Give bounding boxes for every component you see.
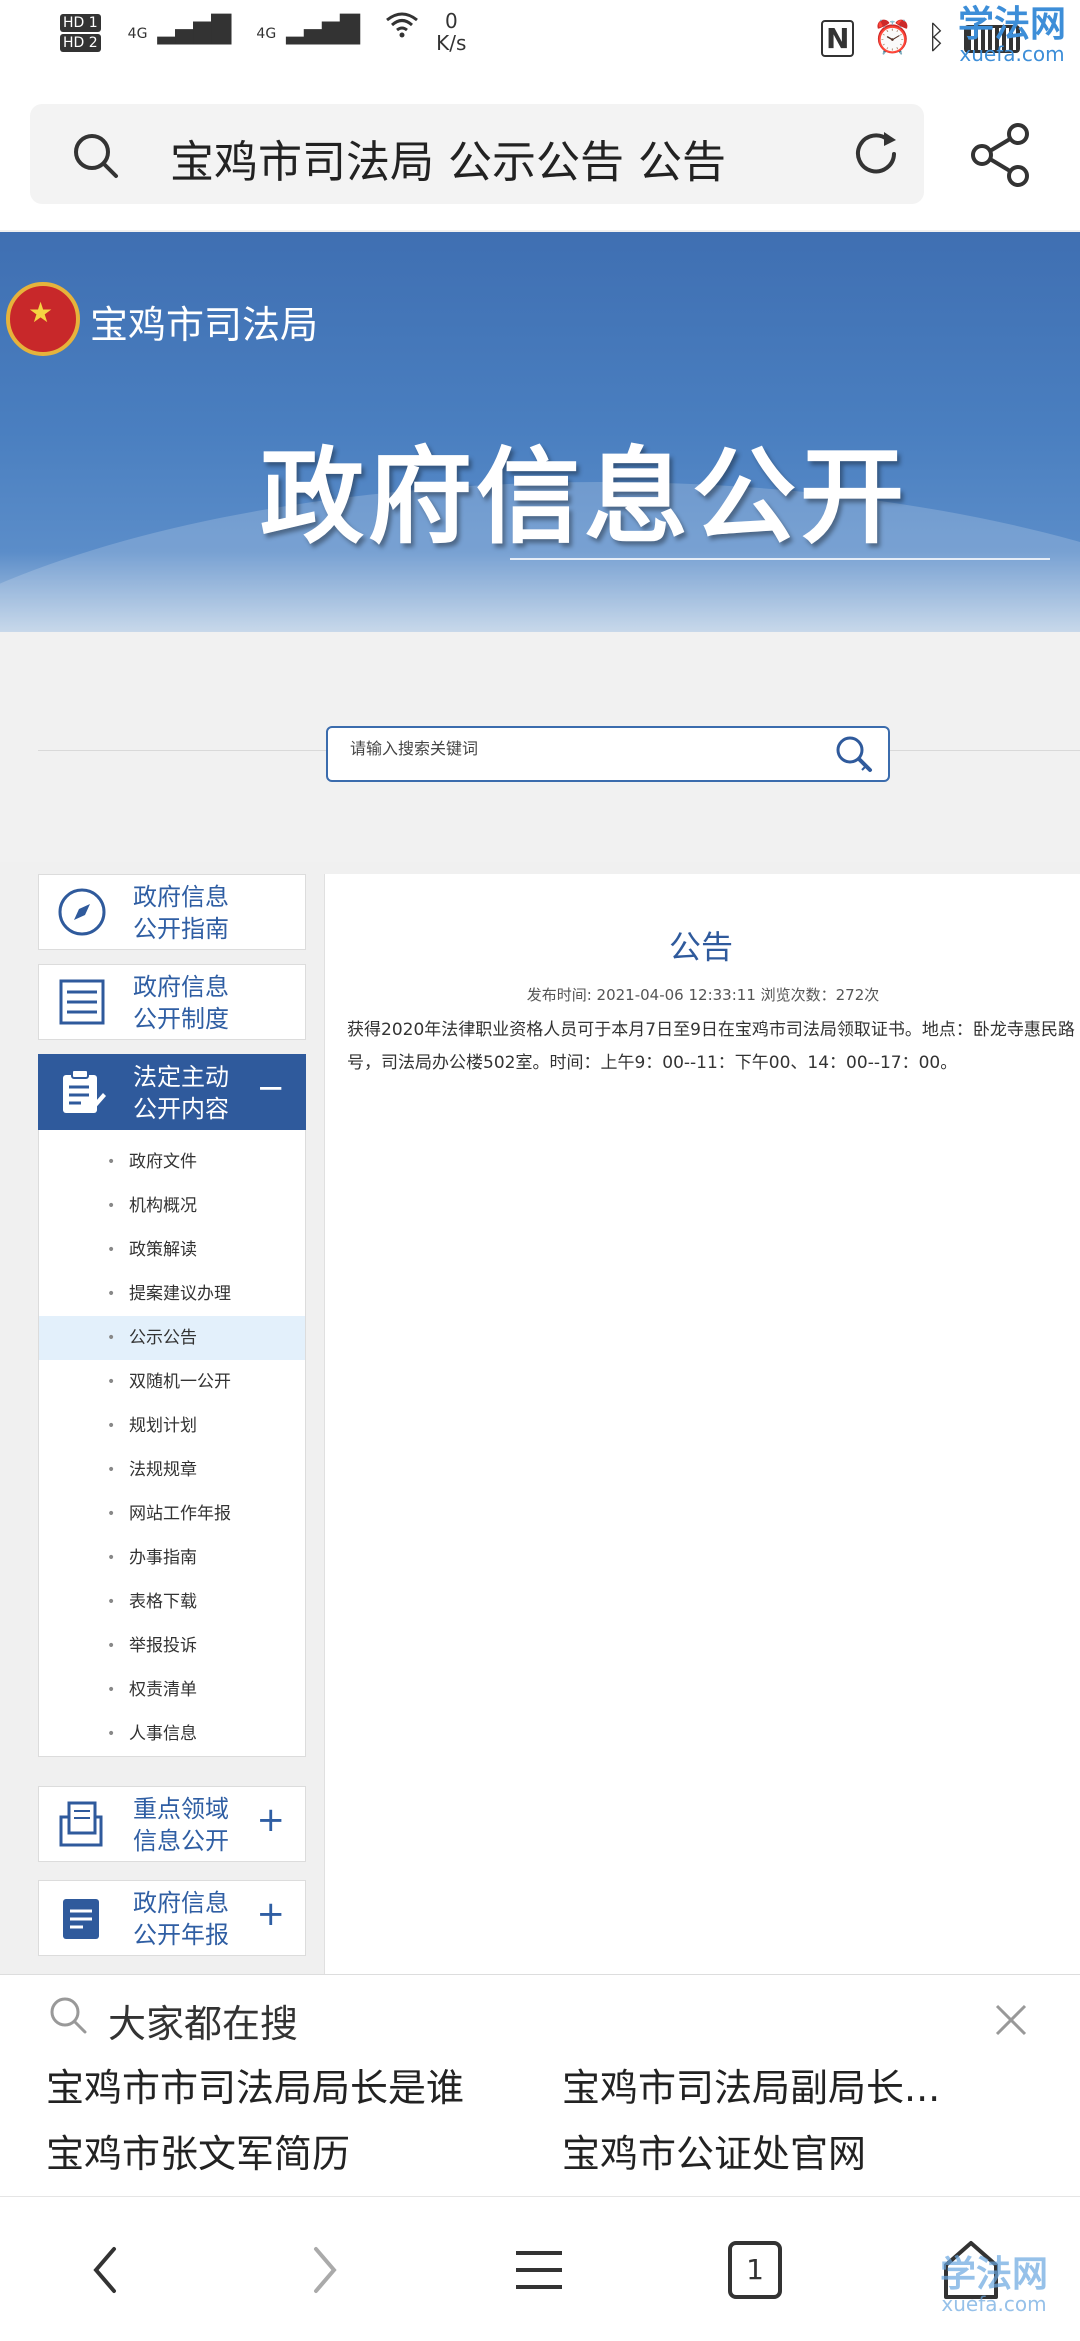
nfc-icon: N — [821, 20, 855, 57]
sidebar-card-key-areas[interactable]: 重点领域 信息公开 + — [38, 1786, 306, 1862]
submenu-item[interactable]: 表格下载 — [39, 1580, 305, 1624]
submenu-item-selected[interactable]: 公示公告 — [39, 1316, 305, 1360]
status-bar: HD 1 HD 2 4G ▂▄▆█ 4G ▂▄▆█ 0 K/s N ⏰ ᛒ 学法网 x… — [0, 0, 1080, 80]
submenu-item[interactable]: 法规规章 — [39, 1448, 305, 1492]
expand-toggle[interactable]: + — [257, 1803, 286, 1837]
search-icon — [50, 1997, 87, 2034]
menu-icon[interactable] — [504, 2235, 574, 2305]
submenu-item[interactable]: 提案建议办理 — [39, 1272, 305, 1316]
submenu-item[interactable]: 举报投诉 — [39, 1624, 305, 1668]
hd1-badge: HD 1 — [60, 14, 101, 32]
signal-1: 4G ▂▄▆█ — [127, 15, 232, 45]
submenu-item[interactable]: 网站工作年报 — [39, 1492, 305, 1536]
network-status: HD 1 HD 2 4G ▂▄▆█ 4G ▂▄▆█ 0 K/s — [60, 10, 486, 54]
submenu-item[interactable]: 人事信息 — [39, 1712, 305, 1756]
site-search-box — [326, 726, 890, 782]
sidebar-card-annual-report[interactable]: 政府信息 公开年报 + — [38, 1880, 306, 1956]
watermark-bottom: 学法网 xuefa.com — [940, 2254, 1049, 2316]
wifi-icon — [385, 10, 419, 45]
suggestion-item[interactable]: 宝鸡市司法局副局长... — [562, 2057, 940, 2112]
site-search-row — [0, 632, 1080, 862]
sidebar-card-guide[interactable]: 政府信息 公开指南 — [38, 874, 306, 950]
tab-count: 1 — [746, 2253, 764, 2286]
sidebar-card-label: 法定主动 公开内容 — [133, 1063, 229, 1123]
suggestion-item[interactable]: 宝鸡市公证处官网 — [562, 2123, 866, 2178]
sidebar-card-system[interactable]: 政府信息 公开制度 — [38, 964, 306, 1040]
share-icon[interactable] — [966, 120, 1036, 190]
article-panel: 公告 发布时间: 2021-04-06 12:33:11 浏览次数：272次 获… — [324, 874, 1080, 1974]
banner-divider — [510, 558, 1050, 560]
back-icon[interactable] — [72, 2235, 142, 2305]
collapse-toggle[interactable]: − — [257, 1071, 286, 1105]
expand-toggle[interactable]: + — [257, 1897, 286, 1931]
banner-title: 政府信息公开 — [260, 436, 909, 558]
search-suggestions: 大家都在搜 宝鸡市市司法局局长是谁 宝鸡市司法局副局长... 宝鸡市张文军简历 … — [0, 1974, 1080, 2197]
submenu-item[interactable]: 权责清单 — [39, 1668, 305, 1712]
national-emblem-icon: ★ — [6, 282, 80, 356]
sidebar-card-label: 政府信息 公开指南 — [133, 883, 229, 943]
browser-nav-bar: 1 — [0, 2196, 1080, 2341]
submenu-item[interactable]: 政府文件 — [39, 1140, 305, 1184]
site-banner: ★ 宝鸡市司法局 政府信息公开 — [0, 232, 1080, 632]
browser-address-bar: 宝鸡市司法局 公示公告 公告 — [0, 80, 1080, 230]
compass-icon — [58, 888, 106, 936]
clipboard-icon — [63, 1069, 106, 1113]
suggestion-item[interactable]: 宝鸡市张文军简历 — [46, 2123, 350, 2178]
sidebar-card-label: 重点领域 信息公开 — [133, 1795, 229, 1855]
suggestions-title: 大家都在搜 — [108, 2002, 299, 2046]
divider-right — [886, 750, 1080, 751]
reload-icon[interactable] — [848, 126, 904, 182]
sidebar-card-label: 政府信息 公开制度 — [133, 973, 229, 1033]
submenu-item[interactable]: 办事指南 — [39, 1536, 305, 1580]
sidebar-card-statutory[interactable]: 法定主动 公开内容 − — [38, 1054, 306, 1130]
submenu-item[interactable]: 机构概况 — [39, 1184, 305, 1228]
article-meta: 发布时间: 2021-04-06 12:33:11 浏览次数：272次 — [526, 986, 880, 1004]
sidebar-submenu: 政府文件 机构概况 政策解读 提案建议办理 公示公告 双随机一公开 规划计划 法… — [38, 1130, 306, 1757]
site-search-input[interactable] — [348, 738, 812, 759]
address-query: 宝鸡市司法局 公示公告 公告 — [170, 137, 726, 188]
suggestion-item[interactable]: 宝鸡市市司法局局长是谁 — [46, 2057, 464, 2112]
submenu-item[interactable]: 双随机一公开 — [39, 1360, 305, 1404]
report-icon — [63, 1899, 99, 1939]
signal-bars-icon: ▂▄▆█ — [286, 15, 360, 45]
article-line: 号，司法局办公楼502室。时间：上午9：00--11：下午00、14：00--1… — [347, 1053, 958, 1073]
watermark-top: 学法网 xuefa.com — [957, 4, 1066, 66]
article-line: 获得2020年法律职业资格人员可于本月7日至9日在宝鸡市司法局领取证书。地点：卧… — [347, 1020, 1075, 1040]
site-name[interactable]: 宝鸡市司法局 — [90, 294, 318, 349]
tabs-button[interactable]: 1 — [720, 2235, 790, 2305]
submenu-item[interactable]: 政策解读 — [39, 1228, 305, 1272]
alarm-icon: ⏰ — [872, 18, 913, 56]
folder-document-icon — [59, 1801, 103, 1847]
bluetooth-icon: ᛒ — [926, 18, 946, 56]
close-icon[interactable] — [994, 2003, 1028, 2037]
document-list-icon — [59, 979, 105, 1025]
divider-left — [38, 750, 326, 751]
article-body: 获得2020年法律职业资格人员可于本月7日至9日在宝鸡市司法局领取证书。地点：卧… — [347, 1014, 1080, 1080]
article-title: 公告 — [668, 928, 733, 966]
search-icon — [74, 134, 118, 178]
magnifier-icon[interactable] — [832, 732, 876, 776]
signal-bars-icon: ▂▄▆█ — [157, 15, 231, 45]
address-field[interactable]: 宝鸡市司法局 公示公告 公告 — [30, 104, 924, 204]
hd2-badge: HD 2 — [60, 34, 101, 52]
forward-icon[interactable] — [288, 2235, 358, 2305]
signal-2: 4G ▂▄▆█ — [256, 15, 360, 45]
sidebar-card-label: 政府信息 公开年报 — [133, 1889, 229, 1949]
submenu-item[interactable]: 规划计划 — [39, 1404, 305, 1448]
network-speed: 0 K/s — [436, 9, 467, 55]
